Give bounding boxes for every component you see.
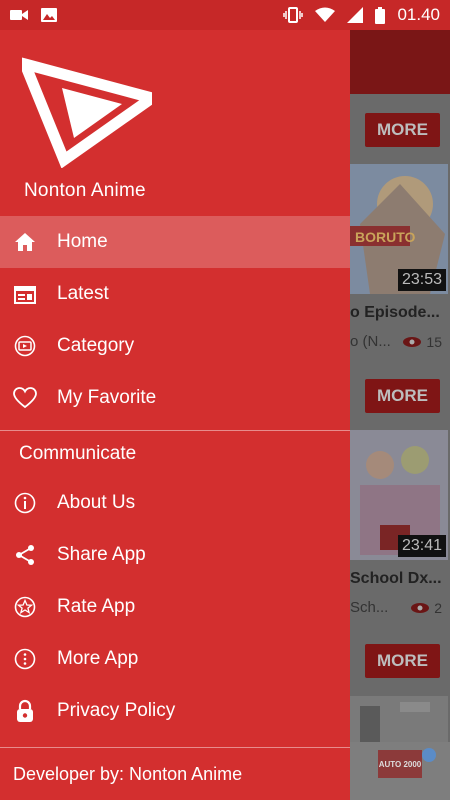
more-icon [12,646,38,672]
calendar-icon [12,281,38,307]
menu-item-my-favorite[interactable]: My Favorite [0,372,350,424]
video-subtitle: Sch... [350,599,389,616]
video-duration: 23:41 [397,535,446,557]
menu-item-label: Latest [57,283,109,304]
eye-icon [411,603,430,613]
menu-item-label: Category [57,335,135,356]
ad-banner: AUTO 2000 [350,742,450,800]
menu-item-privacy-policy[interactable]: Privacy Policy [0,685,350,737]
share-icon [12,542,38,568]
image-icon [41,8,57,22]
menu-item-label: My Favorite [57,387,157,408]
menu-item-category[interactable]: Category [0,320,350,372]
menu-item-rate-app[interactable]: Rate App [0,581,350,633]
video-camera-icon [10,10,28,20]
background-content: MORE BORUTO 23:53 o Episode... o (N... 1… [350,30,450,800]
svg-text:BORUTO: BORUTO [355,229,416,245]
section-label-communicate: Communicate [19,443,137,464]
menu-item-latest[interactable]: Latest [0,268,350,320]
eye-icon [403,337,422,347]
more-button: MORE [365,644,440,678]
navigation-drawer: Nonton Anime Home Latest Category My Fav… [0,30,350,800]
video-views: 2 [410,600,442,616]
more-button: MORE [365,113,440,147]
menu-item-about-us[interactable]: About Us [0,477,350,529]
background-toolbar [350,30,450,94]
drawer-header: Nonton Anime [0,30,350,216]
wifi-icon [315,7,336,22]
menu-item-more-app[interactable]: More App [0,633,350,685]
battery-icon [375,6,386,24]
menu-item-share-app[interactable]: Share App [0,529,350,581]
more-button: MORE [365,379,440,413]
star-icon [12,594,38,620]
ad-logo: AUTO 2000 [378,750,422,778]
info-icon [12,490,38,516]
menu-item-label: Share App [57,544,146,565]
home-icon [12,229,38,255]
signal-icon [347,7,364,23]
menu-item-label: Home [57,231,108,252]
status-bar: 01.40 [0,0,450,30]
status-time: 01.40 [397,5,440,24]
ad-info-icon [422,748,436,762]
lock-icon [12,698,38,724]
views-count: 15 [426,334,442,350]
menu-item-label: Privacy Policy [57,700,176,721]
video-views: 15 [402,334,442,350]
views-count: 2 [434,600,442,616]
developer-credit: Developer by: Nonton Anime [13,763,243,784]
app-logo-icon [22,57,152,168]
video-title: o Episode... [350,304,440,321]
vibrate-icon [283,7,304,23]
video-duration: 23:53 [397,269,446,291]
menu-item-label: About Us [57,492,136,513]
app-name: Nonton Anime [24,180,146,201]
menu-item-home[interactable]: Home [0,216,350,268]
video-subtitle: o (N... [350,333,391,350]
menu-item-label: More App [57,648,139,669]
menu-item-label: Rate App [57,596,136,617]
heart-icon [12,385,38,411]
video-title: School Dx... [350,570,442,587]
video-category-icon [12,333,38,359]
